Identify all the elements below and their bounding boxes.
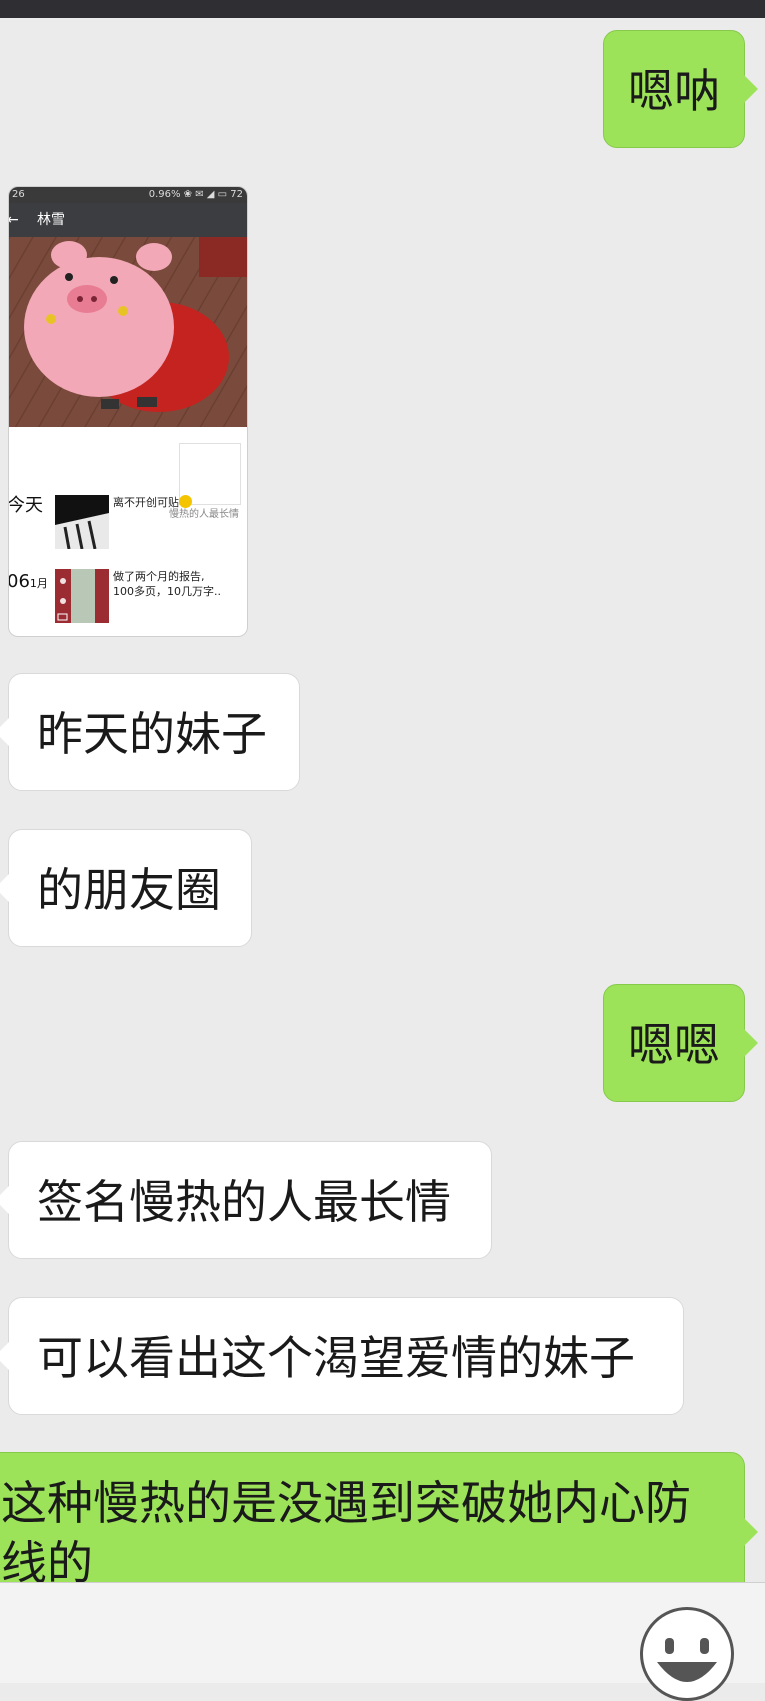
post-date: 061月	[8, 571, 48, 592]
post-thumbnail-video	[55, 569, 109, 623]
message-bubble-sent[interactable]: 嗯嗯	[603, 984, 758, 1102]
screenshot-status-time: 26	[12, 189, 25, 200]
message-text: 的朋友圈	[37, 863, 221, 917]
message-bubble-received[interactable]: 的朋友圈	[0, 829, 252, 947]
image-message-screenshot[interactable]: 26 0.96% ❀ ✉ ◢ ▭ 72 ← 林雪 慢热的人最长情 今天 离不开创…	[8, 186, 248, 637]
post-thumbnail-piano	[55, 495, 109, 550]
post-date-day: 今天	[8, 495, 43, 516]
message-text: 昨天的妹子	[37, 707, 267, 761]
smile-emoji-icon	[179, 495, 192, 508]
message-bubble-sent[interactable]: 嗯呐	[603, 30, 758, 148]
message-bubble-received[interactable]: 可以看出这个渴望爱情的妹子	[0, 1297, 684, 1415]
back-arrow-icon: ←	[8, 212, 19, 228]
message-text: 签名慢热的人最长情	[37, 1175, 451, 1229]
moments-cover-photo: 慢热的人最长情	[9, 237, 247, 615]
smiley-face-icon[interactable]	[640, 1607, 734, 1701]
top-status-strip	[0, 0, 765, 18]
post-date-month: 1月	[29, 577, 48, 590]
post-text-line: 100多页，10几万字..	[113, 585, 221, 598]
screenshot-contact-name: 林雪	[37, 212, 65, 228]
message-text: 嗯嗯	[628, 1018, 720, 1072]
smiley-face-icon-graphic	[657, 1638, 717, 1682]
post-text: 离不开创可贴	[113, 495, 192, 510]
chat-input-bar	[0, 1582, 765, 1701]
post-text: 做了两个月的报告, 100多页，10几万字..	[113, 569, 221, 599]
screenshot-header: ← 林雪	[9, 203, 247, 237]
message-text: 可以看出这个渴望爱情的妹子	[37, 1331, 635, 1385]
message-bubble-received[interactable]: 昨天的妹子	[0, 673, 300, 791]
post-date-day: 06	[8, 571, 30, 592]
message-text: 嗯呐	[628, 64, 720, 118]
post-date: 今天	[8, 491, 43, 517]
message-text-line: 这种慢热的是没遇到突破她内心防	[1, 1476, 691, 1530]
message-bubble-received[interactable]: 签名慢热的人最长情	[0, 1141, 492, 1259]
post-text-line: 做了两个月的报告,	[113, 570, 205, 583]
screenshot-status-bar: 26 0.96% ❀ ✉ ◢ ▭ 72	[9, 187, 247, 203]
screenshot-status-icons: 0.96% ❀ ✉ ◢ ▭ 72	[148, 189, 243, 200]
pig-cartoon-illustration	[9, 237, 247, 615]
post-text-content: 离不开创可贴	[113, 496, 179, 509]
